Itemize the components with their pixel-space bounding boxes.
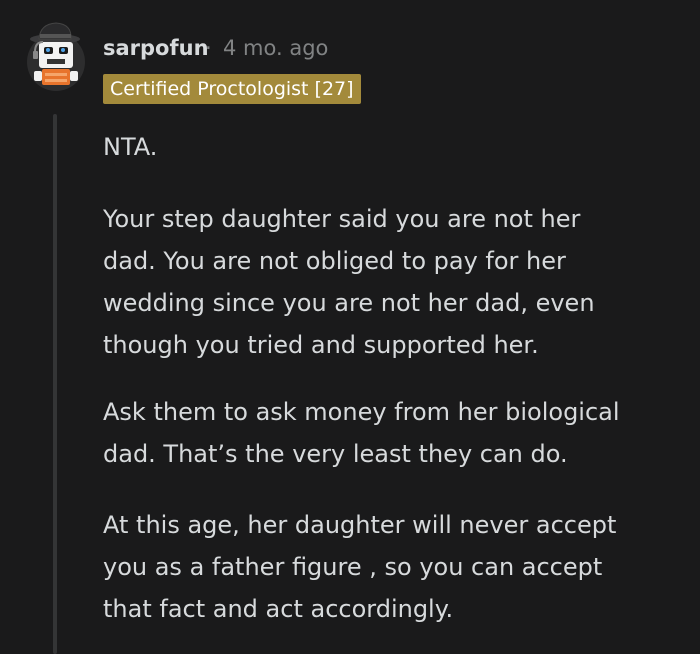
avatar[interactable] xyxy=(25,18,87,94)
comment-paragraph: Ask them to ask money from her biologica… xyxy=(103,398,620,468)
comment-paragraph: Your step daughter said you are not her … xyxy=(103,205,595,359)
user-flair: Certified Proctologist [27] xyxy=(103,74,361,104)
meta-separator: · xyxy=(205,36,212,60)
username[interactable]: sarpofun xyxy=(103,34,209,62)
comment-paragraph: NTA. xyxy=(103,133,158,161)
snoo-avatar-icon xyxy=(27,22,85,91)
comment-paragraph: At this age, her daughter will never acc… xyxy=(103,511,617,623)
timestamp[interactable]: 4 mo. ago xyxy=(223,34,328,62)
thread-line[interactable] xyxy=(53,114,57,654)
comment: sarpofun · 4 mo. ago Certified Proctolog… xyxy=(0,0,700,654)
